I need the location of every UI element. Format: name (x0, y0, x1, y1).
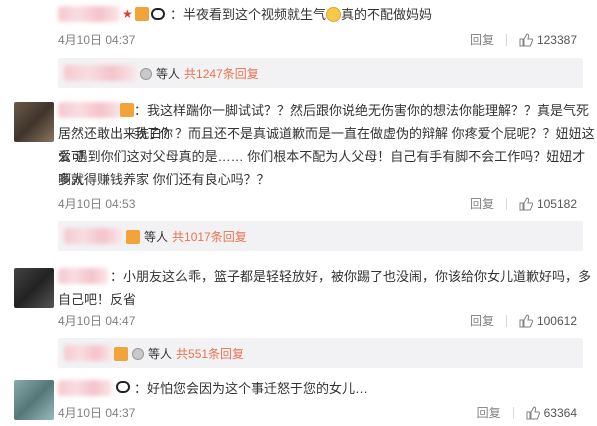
divider (505, 197, 507, 210)
more-replies-link[interactable]: 共1247条回复 (184, 65, 259, 82)
username-blurred[interactable] (58, 268, 108, 284)
more-replies-link[interactable]: 共1017条回复 (172, 228, 247, 245)
replier-blurred (64, 65, 136, 81)
comment-date: 4月10日 04:37 (58, 406, 136, 420)
reply-button[interactable]: 回复 (477, 404, 501, 421)
reply-button[interactable]: 回复 (470, 195, 494, 212)
comment-line-2: 自己吧！ (58, 292, 111, 307)
thumb-up-icon (519, 313, 533, 327)
comment-date: 4月10日 04:47 (58, 314, 136, 328)
like-button[interactable]: 123387 (519, 33, 577, 47)
divider (505, 33, 507, 46)
thumb-up-icon (526, 405, 540, 419)
member-level-icon (134, 7, 149, 21)
replier-blurred (64, 345, 112, 361)
like-count: 123387 (536, 32, 577, 47)
avatar[interactable] (14, 102, 54, 142)
username-blurred[interactable] (58, 6, 120, 22)
reply-prefix: 等人 (144, 230, 169, 244)
panda-emoji-icon (116, 381, 130, 393)
divider (512, 406, 514, 419)
comment-line-4: 啊就得赚钱养家 你们还有良心吗？？ (58, 172, 270, 187)
like-count: 100612 (536, 313, 577, 328)
member-level-icon (114, 346, 128, 361)
avatar[interactable] (14, 268, 54, 308)
username-blurred[interactable] (58, 380, 112, 396)
username-blurred[interactable] (58, 102, 122, 118)
comment-text: ：半夜看到这个视频就生气 (170, 7, 327, 22)
comment-item: ：好怕您会因为这个事迁怒于您的女儿… 4月10日 04:37 回复 63364 (0, 374, 597, 426)
comment-item: ：小朋友这么乖，篮子都是轻轻放好，被你踢了也没闹，你该给你女儿道歉好吗，多反省 … (0, 262, 597, 368)
comment-text: ：好怕您会因为这个事迁怒于您的女儿… (134, 381, 369, 396)
comment-text-continued: 真的不配做妈妈 (341, 7, 433, 22)
reply-button[interactable]: 回复 (470, 312, 494, 329)
star-icon: ★ (122, 7, 133, 21)
reply-summary[interactable]: 等人 共1247条回复 (58, 58, 583, 88)
smile-emoji-icon (326, 7, 342, 22)
verified-badge-icon (132, 347, 144, 360)
reply-summary[interactable]: 等人 共1017条回复 (58, 221, 583, 251)
avatar[interactable] (14, 380, 54, 420)
reply-prefix: 等人 (156, 67, 181, 81)
comment-item: ：我这样踹你一脚试试？？然后跟你说绝无伤害你的想法你能理解？？真是气死我了你 居… (0, 96, 597, 251)
member-level-icon (120, 103, 134, 117)
like-button[interactable]: 100612 (519, 314, 577, 328)
like-count: 105182 (536, 196, 577, 211)
thumb-up-icon (519, 196, 533, 210)
comment-date: 4月10日 04:37 (58, 33, 136, 47)
comment-date: 4月10日 04:53 (58, 197, 136, 211)
reply-summary[interactable]: 等人 共551条回复 (58, 338, 583, 368)
thumb-up-icon (519, 32, 533, 46)
divider (505, 314, 507, 327)
like-button[interactable]: 63364 (526, 406, 577, 420)
like-button[interactable]: 105182 (519, 197, 577, 211)
comment-item: ★ ：半夜看到这个视频就生气 真的不配做妈妈 4月10日 04:37 回复 123… (0, 0, 597, 88)
more-replies-link[interactable]: 共551条回复 (176, 345, 244, 362)
replier-blurred (64, 228, 122, 244)
reply-button[interactable]: 回复 (470, 31, 494, 48)
panda-emoji-icon (150, 8, 165, 20)
like-count: 63364 (543, 405, 577, 420)
member-level-icon (126, 229, 140, 244)
verified-badge-icon (140, 67, 152, 80)
comment-line-1: ：小朋友这么乖，篮子都是轻轻放好，被你踢了也没闹，你该给你女儿道歉好吗，多反省 (110, 269, 592, 307)
reply-prefix: 等人 (148, 347, 173, 361)
